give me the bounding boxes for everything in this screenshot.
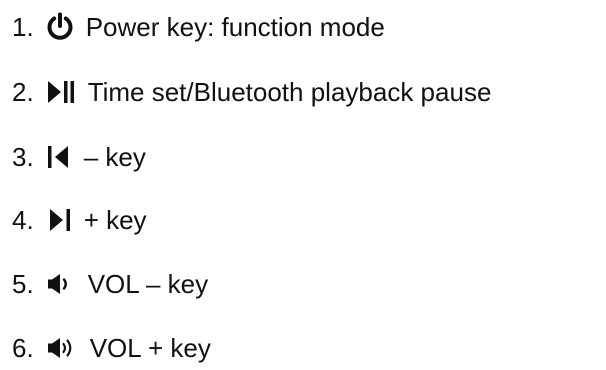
item-label: Time set/Bluetooth playback pause bbox=[87, 77, 492, 107]
legend-item-plus: 4. + key bbox=[12, 198, 147, 242]
legend-item-vol-plus: 6. VOL + key bbox=[12, 326, 211, 370]
power-icon bbox=[46, 12, 74, 42]
key-legend: 1. Power key: function mode 2. Time set/… bbox=[12, 0, 602, 362]
legend-item-power: 1. Power key: function mode bbox=[12, 5, 385, 49]
legend-item-play-pause: 2. Time set/Bluetooth playback pause bbox=[12, 70, 491, 114]
legend-item-vol-minus: 5. VOL – key bbox=[12, 262, 208, 306]
item-label: – key bbox=[83, 142, 146, 172]
item-number: 2. bbox=[12, 77, 34, 107]
volume-high-icon bbox=[46, 335, 78, 361]
item-label: VOL – key bbox=[87, 269, 209, 299]
item-label: + key bbox=[83, 205, 147, 235]
skip-previous-icon bbox=[46, 143, 72, 171]
item-number: 1. bbox=[12, 12, 34, 42]
play-pause-icon bbox=[46, 78, 76, 106]
item-number: 4. bbox=[12, 205, 34, 235]
skip-next-icon bbox=[46, 206, 72, 234]
legend-item-minus: 3. – key bbox=[12, 135, 146, 179]
item-number: 6. bbox=[12, 333, 34, 363]
item-number: 3. bbox=[12, 142, 34, 172]
item-label: VOL + key bbox=[89, 333, 211, 363]
item-label: Power key: function mode bbox=[85, 12, 385, 42]
volume-low-icon bbox=[46, 271, 76, 297]
item-number: 5. bbox=[12, 269, 34, 299]
